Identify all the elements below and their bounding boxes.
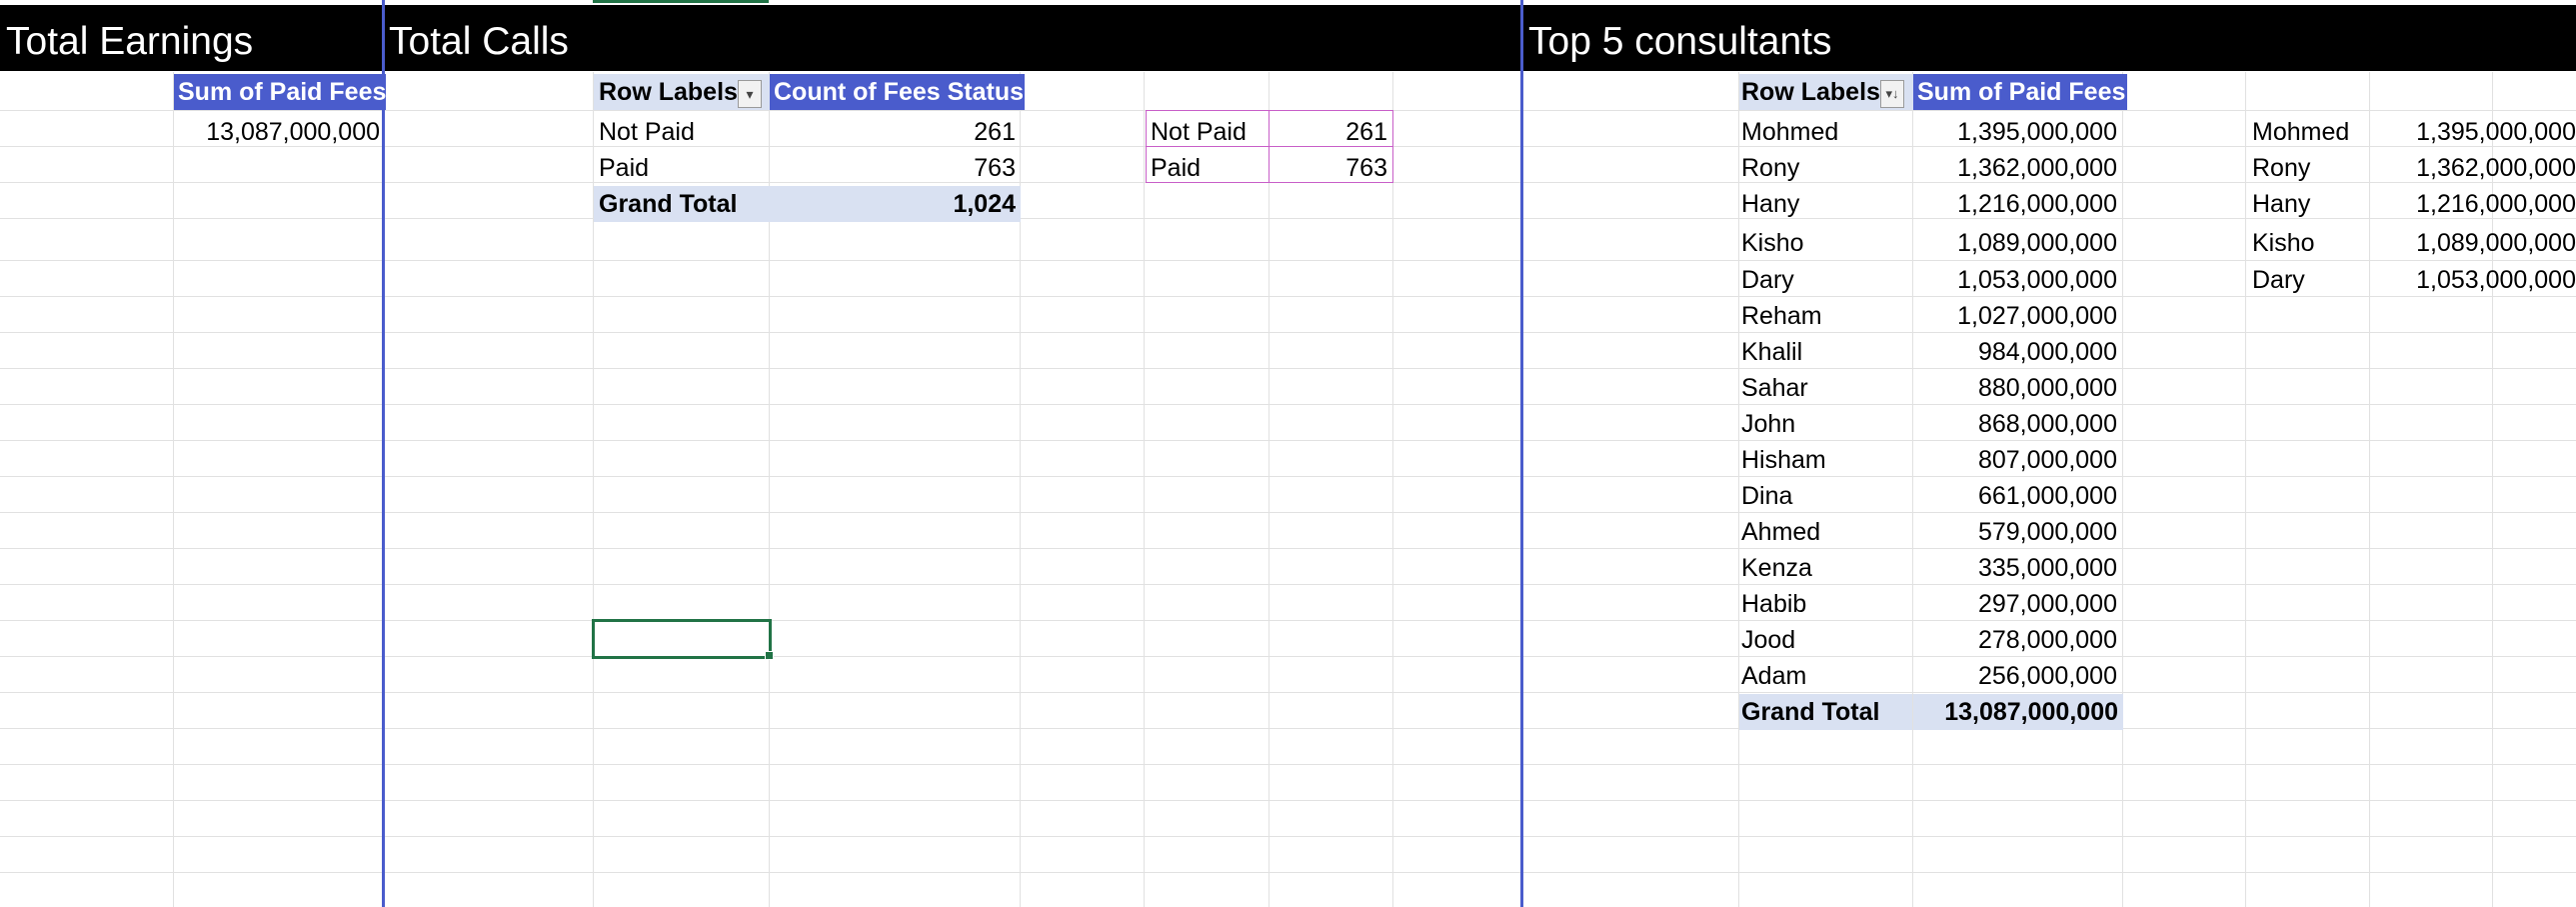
consultant-name[interactable]: Dary (1741, 262, 1909, 298)
consultant-value[interactable]: 807,000,000 (1913, 442, 2117, 478)
top5-name[interactable]: Dary (2252, 262, 2367, 298)
row-labels-text: Row Labels (599, 78, 738, 106)
active-tab-indicator (593, 0, 769, 3)
calls-pivot-row-label[interactable]: Paid (599, 150, 764, 186)
consultant-value[interactable]: 880,000,000 (1913, 370, 2117, 406)
top5-value[interactable]: 1,216,000,000 (2371, 186, 2576, 222)
top5-value[interactable]: 1,053,000,000 (2371, 262, 2576, 298)
calls-pivot-grand-total-label[interactable]: Grand Total (594, 186, 770, 222)
calls-copy-label[interactable]: Paid (1151, 150, 1266, 186)
consultant-name[interactable]: Rony (1741, 150, 1909, 186)
consultant-name[interactable]: Habib (1741, 586, 1909, 622)
top5-value[interactable]: 1,395,000,000 (2371, 114, 2576, 150)
sort-descending-icon[interactable]: ▾↓ (1880, 80, 1904, 108)
calls-copy-value[interactable]: 261 (1272, 114, 1387, 150)
consultant-name[interactable]: Reham (1741, 298, 1909, 334)
consultant-name[interactable]: Kisho (1741, 225, 1909, 261)
worksheet: Total Earnings Total Calls Top 5 consult… (0, 0, 2576, 907)
fill-handle[interactable] (765, 651, 774, 660)
consultant-value[interactable]: 661,000,000 (1913, 478, 2117, 514)
consultant-value[interactable]: 297,000,000 (1913, 586, 2117, 622)
consultant-name[interactable]: John (1741, 406, 1909, 442)
top5-name[interactable]: Kisho (2252, 225, 2367, 261)
consultant-value[interactable]: 1,053,000,000 (1913, 262, 2117, 298)
section-divider-2 (1520, 0, 1523, 907)
consultant-value[interactable]: 984,000,000 (1913, 334, 2117, 370)
calls-pivot-grand-total-value[interactable]: 1,024 (770, 186, 1021, 222)
top5-title: Top 5 consultants (1528, 20, 1832, 63)
consultants-pivot-grand-total-label[interactable]: Grand Total (1739, 694, 1912, 730)
consultant-name[interactable]: Hisham (1741, 442, 1909, 478)
top5-value[interactable]: 1,362,000,000 (2371, 150, 2576, 186)
earnings-pivot-value[interactable]: 13,087,000,000 (174, 114, 380, 150)
consultant-name[interactable]: Ahmed (1741, 514, 1909, 550)
consultant-name[interactable]: Adam (1741, 658, 1909, 694)
calls-pivot-row-value[interactable]: 261 (770, 114, 1016, 150)
consultant-value[interactable]: 868,000,000 (1913, 406, 2117, 442)
consultant-value[interactable]: 1,395,000,000 (1913, 114, 2117, 150)
consultant-value[interactable]: 1,027,000,000 (1913, 298, 2117, 334)
consultant-value[interactable]: 579,000,000 (1913, 514, 2117, 550)
calls-copy-value[interactable]: 763 (1272, 150, 1387, 186)
consultant-value[interactable]: 1,362,000,000 (1913, 150, 2117, 186)
top5-value[interactable]: 1,089,000,000 (2371, 225, 2576, 261)
consultant-name[interactable]: Kenza (1741, 550, 1909, 586)
active-cell-selection[interactable] (592, 619, 772, 659)
top5-name[interactable]: Rony (2252, 150, 2367, 186)
consultant-value[interactable]: 256,000,000 (1913, 658, 2117, 694)
top5-name[interactable]: Hany (2252, 186, 2367, 222)
section-divider-1 (382, 0, 385, 907)
calls-pivot-row-value[interactable]: 763 (770, 150, 1016, 186)
row-labels-text: Row Labels (1741, 78, 1880, 106)
title-bar (0, 5, 2576, 71)
calls-pivot-value-header[interactable]: Count of Fees Status (770, 74, 1025, 110)
consultant-value[interactable]: 278,000,000 (1913, 622, 2117, 658)
consultant-name[interactable]: Hany (1741, 186, 1909, 222)
consultants-pivot-grand-total-value[interactable]: 13,087,000,000 (1913, 694, 2123, 730)
consultant-name[interactable]: Sahar (1741, 370, 1909, 406)
consultants-pivot-value-header[interactable]: Sum of Paid Fees (1913, 74, 2127, 110)
consultant-value[interactable]: 1,089,000,000 (1913, 225, 2117, 261)
filter-dropdown-icon[interactable]: ▾ (738, 80, 762, 108)
consultant-name[interactable]: Mohmed (1741, 114, 1909, 150)
consultant-name[interactable]: Dina (1741, 478, 1909, 514)
earnings-title: Total Earnings (6, 20, 254, 63)
calls-pivot-row-label[interactable]: Not Paid (599, 114, 764, 150)
calls-title: Total Calls (389, 20, 569, 63)
calls-copy-label[interactable]: Not Paid (1151, 114, 1266, 150)
consultant-name[interactable]: Jood (1741, 622, 1909, 658)
consultant-name[interactable]: Khalil (1741, 334, 1909, 370)
earnings-pivot-header[interactable]: Sum of Paid Fees (174, 74, 386, 110)
consultant-value[interactable]: 1,216,000,000 (1913, 186, 2117, 222)
top5-name[interactable]: Mohmed (2252, 114, 2367, 150)
consultant-value[interactable]: 335,000,000 (1913, 550, 2117, 586)
